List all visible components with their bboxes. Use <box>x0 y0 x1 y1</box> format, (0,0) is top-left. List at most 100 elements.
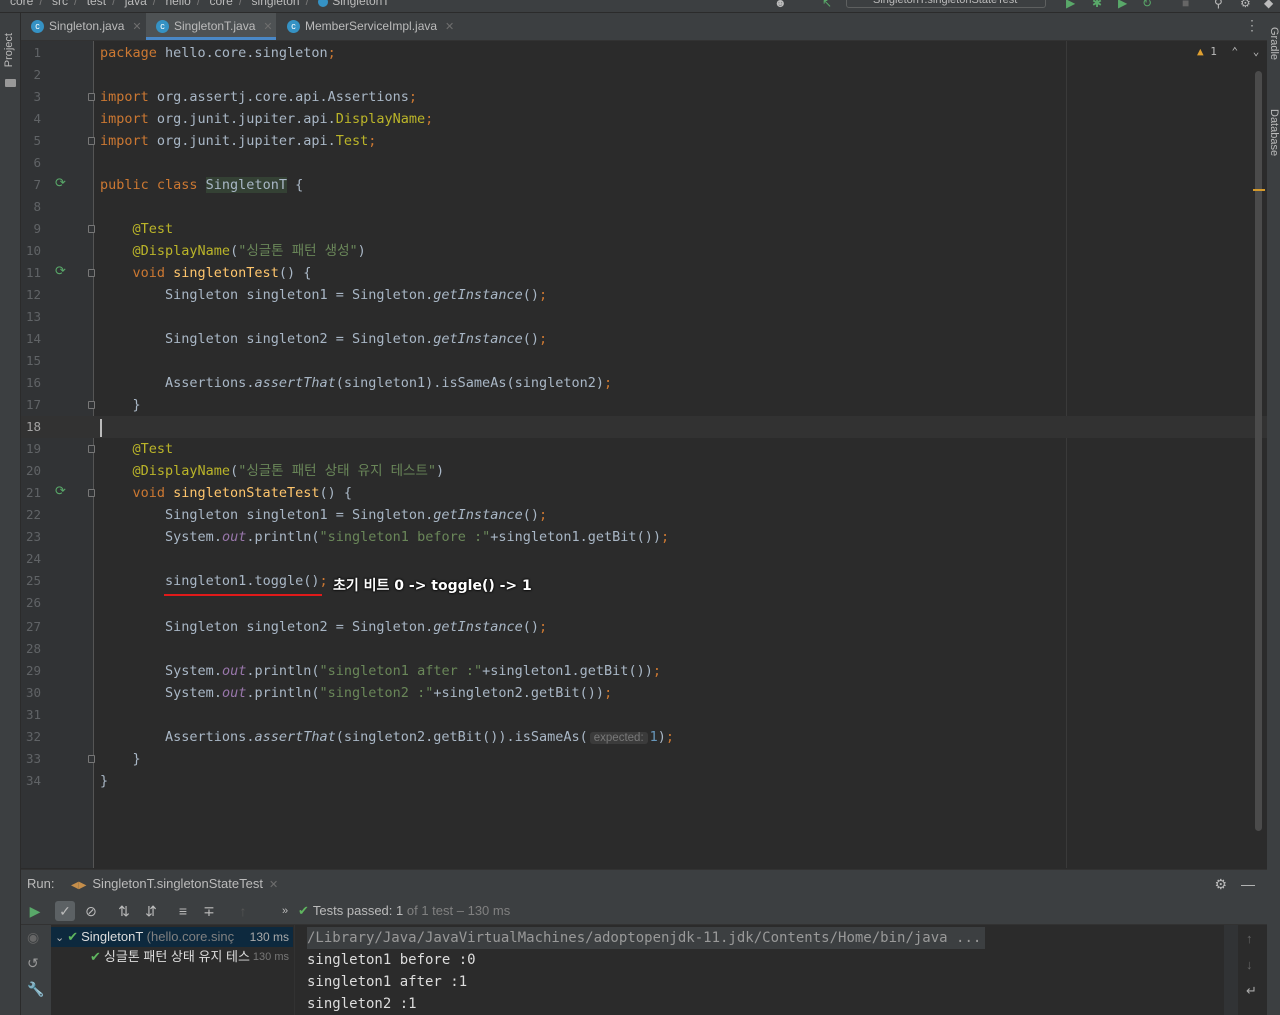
show-passed-icon[interactable]: ✓ <box>55 901 75 921</box>
show-ignored-icon[interactable]: ⊘ <box>81 901 101 921</box>
chevron-down-icon[interactable]: ⌄ <box>55 932 64 944</box>
search-icon[interactable]: ⚲ <box>1214 0 1223 10</box>
class-icon: c <box>287 20 300 33</box>
inspection-widget[interactable]: ▲ 1 ⌃ ⌄ <box>1197 45 1259 58</box>
previous-failed-icon[interactable]: ↑ <box>233 901 253 921</box>
gear-icon[interactable]: ⚙ <box>1240 0 1251 10</box>
more-tabs-icon[interactable]: ⋮ <box>1245 17 1259 34</box>
code-text: @DisplayName("싱글톤 패턴 상태 유지 테스트") <box>132 463 445 479</box>
profile-icon[interactable]: ↻ <box>1142 0 1152 10</box>
code-text: } <box>100 751 141 767</box>
collapse-all-icon[interactable]: ∓ <box>199 901 219 921</box>
parameter-hint: expected: <box>589 732 648 744</box>
line-number: 4 <box>33 111 41 126</box>
code-line: 33 } <box>21 748 1267 770</box>
line-number: 2 <box>33 67 41 82</box>
breadcrumb-item[interactable]: core <box>210 0 233 8</box>
breadcrumb-item[interactable]: src <box>52 0 68 8</box>
debug-icon[interactable]: ✱ <box>1092 0 1102 10</box>
run-test-gutter-icon[interactable]: ⟳ <box>55 485 69 499</box>
fold-icon[interactable] <box>88 269 95 277</box>
sort-alphabetically-icon[interactable]: ⇅ <box>114 901 134 921</box>
line-number: 12 <box>25 287 41 302</box>
stop-icon[interactable]: ■ <box>1182 0 1189 10</box>
fold-icon[interactable] <box>88 755 95 763</box>
breadcrumb-item[interactable]: java <box>125 0 147 8</box>
tab-label: MemberServiceImpl.java <box>305 19 438 33</box>
fold-icon[interactable] <box>88 489 95 497</box>
tab-singleton-java[interactable]: c Singleton.java ✕ <box>21 13 145 40</box>
expand-all-icon[interactable]: ≡ <box>173 901 193 921</box>
code-editor[interactable]: 1 package hello.core.singleton; 2 3 impo… <box>21 41 1267 868</box>
tab-memberserviceimpl-java[interactable]: c MemberServiceImpl.java ✕ <box>277 13 457 40</box>
console-scrollbar[interactable] <box>1224 925 1238 1015</box>
soft-wrap-icon[interactable]: ↵ <box>1246 983 1257 999</box>
more-actions-icon[interactable]: » <box>275 901 295 921</box>
run-icon[interactable]: ▶ <box>1066 0 1075 10</box>
scroll-up-icon[interactable]: ↑ <box>1246 931 1253 946</box>
ide-icon[interactable]: ◆ <box>1264 0 1273 10</box>
coverage-icon[interactable]: ▶ <box>1118 0 1127 10</box>
breadcrumb-item[interactable]: test <box>87 0 106 8</box>
run-tab[interactable]: ◀▶ SingletonT.singletonStateTest ✕ <box>71 870 278 900</box>
class-icon <box>318 0 329 7</box>
previous-highlight-icon[interactable]: ⌃ <box>1232 45 1239 58</box>
test-time: 130 ms <box>252 951 289 963</box>
line-number: 9 <box>33 221 41 236</box>
code-line: 24 <box>21 548 1267 570</box>
user-icon[interactable]: ☻ <box>774 0 787 10</box>
project-tool-button[interactable]: Project <box>3 33 15 67</box>
line-number: 19 <box>25 441 41 456</box>
fold-icon[interactable] <box>88 401 95 409</box>
close-icon[interactable]: ✕ <box>132 21 141 33</box>
run-side-toolbar: ◉ ↺ 🔧 <box>21 925 51 1015</box>
editor-scrollbar[interactable] <box>1255 71 1262 831</box>
run-configuration-select[interactable]: SingletonT.singletonStateTest <box>846 0 1046 8</box>
scroll-down-icon[interactable]: ↓ <box>1246 957 1253 972</box>
minimize-icon[interactable]: — <box>1241 870 1255 898</box>
run-test-gutter-icon[interactable]: ⟳ <box>55 177 69 191</box>
warning-stripe-marker[interactable] <box>1253 189 1265 191</box>
gear-icon[interactable]: ⚙ <box>1214 870 1227 898</box>
code-text: singleton1.toggle(); <box>165 573 328 589</box>
code-line: 21 ⟳ void singletonStateTest() { <box>21 482 1267 504</box>
console-output[interactable]: /Library/Java/JavaVirtualMachines/adopto… <box>294 925 1225 1015</box>
close-icon[interactable]: ✕ <box>445 21 454 33</box>
line-number: 13 <box>25 309 41 324</box>
tab-singletont-java[interactable]: c SingletonT.java ✕ <box>146 13 276 40</box>
line-number: 28 <box>25 641 41 656</box>
code-line: 4 import org.junit.jupiter.api.DisplayNa… <box>21 108 1267 130</box>
run-tab-label: SingletonT.singletonStateTest <box>92 876 263 891</box>
code-line: 26 <box>21 592 1267 614</box>
line-number: 26 <box>25 595 41 610</box>
fold-icon[interactable] <box>88 137 95 145</box>
rerun-icon[interactable]: ▶ <box>25 901 45 921</box>
console-command-line[interactable]: /Library/Java/JavaVirtualMachines/adopto… <box>307 927 986 949</box>
breadcrumb-item[interactable]: SingletonT <box>332 0 389 8</box>
test-method-node[interactable]: ✔ 싱글톤 패턴 상태 유지 테스 130 ms <box>51 947 293 967</box>
fold-icon[interactable] <box>88 93 95 101</box>
breadcrumb-item[interactable]: core <box>10 0 33 8</box>
back-arrow-icon[interactable]: ↖ <box>822 0 832 10</box>
test-class-node[interactable]: ⌄ ✔ SingletonT (hello.core.sinç 130 ms <box>51 927 293 947</box>
fold-icon[interactable] <box>88 225 95 233</box>
run-test-gutter-icon[interactable]: ⟳ <box>55 265 69 279</box>
gradle-tool-button[interactable]: Gradle <box>1268 27 1280 60</box>
database-tool-button[interactable]: Database <box>1268 109 1280 156</box>
test-results-tree: ⌄ ✔ SingletonT (hello.core.sinç 130 ms ✔ 싱글… <box>51 925 293 1015</box>
breadcrumb-item[interactable]: hello <box>165 0 190 8</box>
test-time: 130 ms <box>249 930 289 944</box>
code-line: 22 Singleton singleton1 = Singleton.getI… <box>21 504 1267 526</box>
export-icon[interactable]: ↺ <box>27 955 39 972</box>
wrench-icon[interactable]: 🔧 <box>27 981 44 998</box>
sort-by-duration-icon[interactable]: ⇵ <box>141 901 161 921</box>
line-number: 22 <box>25 507 41 522</box>
breadcrumb-item[interactable]: singleton <box>252 0 300 8</box>
camera-icon[interactable]: ◉ <box>27 929 39 946</box>
close-icon[interactable]: ✕ <box>263 21 272 33</box>
fold-icon[interactable] <box>88 445 95 453</box>
next-highlight-icon[interactable]: ⌄ <box>1253 45 1260 58</box>
line-number: 21 <box>25 485 41 500</box>
code-text: } <box>100 773 109 789</box>
close-icon[interactable]: ✕ <box>269 879 278 891</box>
